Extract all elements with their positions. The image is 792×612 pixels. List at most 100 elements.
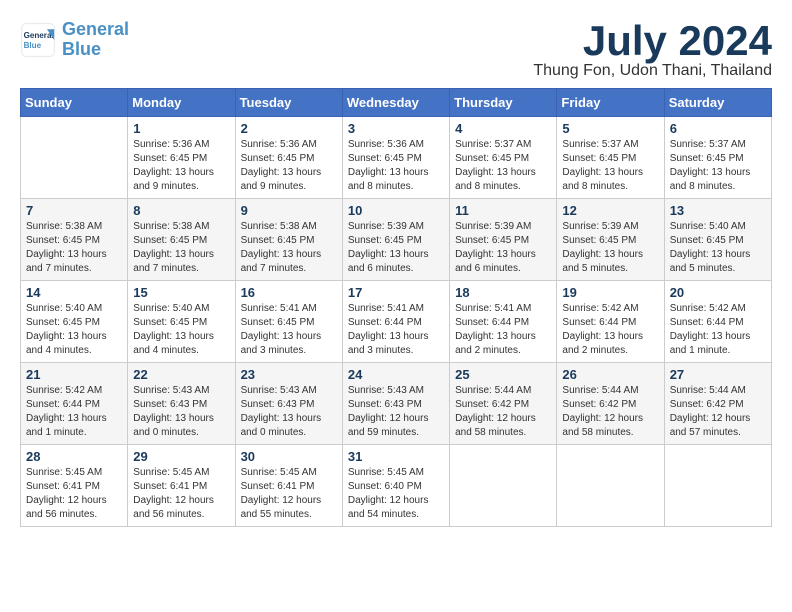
calendar-cell: 3 Sunrise: 5:36 AMSunset: 6:45 PMDaylight…: [342, 117, 449, 199]
calendar-cell: 6Sunrise: 5:37 AMSunset: 6:45 PMDaylight…: [664, 117, 771, 199]
day-info: Sunrise: 5:42 AMSunset: 6:44 PMDaylight:…: [562, 302, 658, 358]
calendar-day-header: Friday: [557, 89, 664, 117]
day-number: 4: [455, 121, 551, 136]
page-header: General Blue GeneralBlue July 2024 Thung…: [20, 20, 772, 80]
calendar-cell: 22 Sunrise: 5:43 AMSunset: 6:43 PMDayligh…: [128, 363, 235, 445]
calendar-cell: 17Sunrise: 5:41 AMSunset: 6:44 PMDayligh…: [342, 281, 449, 363]
calendar-cell: [557, 445, 664, 527]
day-info: Sunrise: 5:39 AMSunset: 6:45 PMDaylight:…: [562, 220, 658, 276]
day-number: 22: [133, 367, 229, 382]
day-number: 16: [241, 285, 337, 300]
calendar-week-row: 7 Sunrise: 5:38 AMSunset: 6:45 PMDaylight…: [21, 199, 772, 281]
calendar-cell: 12 Sunrise: 5:39 AMSunset: 6:45 PMDayligh…: [557, 199, 664, 281]
calendar-cell: 29Sunrise: 5:45 AMSunset: 6:41 PMDayligh…: [128, 445, 235, 527]
calendar-cell: 14Sunrise: 5:40 AMSunset: 6:45 PMDayligh…: [21, 281, 128, 363]
calendar-cell: 28 Sunrise: 5:45 AMSunset: 6:41 PMDayligh…: [21, 445, 128, 527]
day-number: 15: [133, 285, 229, 300]
logo: General Blue GeneralBlue: [20, 20, 129, 60]
calendar-day-header: Thursday: [450, 89, 557, 117]
day-number: 18: [455, 285, 551, 300]
day-number: 13: [670, 203, 766, 218]
calendar-day-header: Tuesday: [235, 89, 342, 117]
day-info: Sunrise: 5:43 AMSunset: 6:43 PMDaylight:…: [348, 384, 444, 440]
day-number: 2: [241, 121, 337, 136]
day-info: Sunrise: 5:41 AMSunset: 6:44 PMDaylight:…: [348, 302, 444, 358]
logo-text: GeneralBlue: [62, 20, 129, 60]
day-info: Sunrise: 5:44 AMSunset: 6:42 PMDaylight:…: [455, 384, 551, 440]
calendar-day-header: Saturday: [664, 89, 771, 117]
day-info: Sunrise: 5:42 AMSunset: 6:44 PMDaylight:…: [26, 384, 122, 440]
day-info: Sunrise: 5:37 AMSunset: 6:45 PMDaylight:…: [562, 138, 658, 194]
calendar-cell: 7 Sunrise: 5:38 AMSunset: 6:45 PMDaylight…: [21, 199, 128, 281]
day-number: 3: [348, 121, 444, 136]
day-number: 14: [26, 285, 122, 300]
day-info: Sunrise: 5:37 AMSunset: 6:45 PMDaylight:…: [670, 138, 766, 194]
day-info: Sunrise: 5:39 AMSunset: 6:45 PMDaylight:…: [455, 220, 551, 276]
calendar-cell: 13Sunrise: 5:40 AMSunset: 6:45 PMDayligh…: [664, 199, 771, 281]
calendar-cell: 20Sunrise: 5:42 AMSunset: 6:44 PMDayligh…: [664, 281, 771, 363]
day-info: Sunrise: 5:38 AMSunset: 6:45 PMDaylight:…: [26, 220, 122, 276]
day-number: 27: [670, 367, 766, 382]
day-number: 1: [133, 121, 229, 136]
calendar-week-row: 14Sunrise: 5:40 AMSunset: 6:45 PMDayligh…: [21, 281, 772, 363]
day-info: Sunrise: 5:41 AMSunset: 6:44 PMDaylight:…: [455, 302, 551, 358]
calendar-day-header: Monday: [128, 89, 235, 117]
calendar-cell: 18 Sunrise: 5:41 AMSunset: 6:44 PMDayligh…: [450, 281, 557, 363]
calendar-cell: 2 Sunrise: 5:36 AMSunset: 6:45 PMDaylight…: [235, 117, 342, 199]
day-info: Sunrise: 5:43 AMSunset: 6:43 PMDaylight:…: [133, 384, 229, 440]
day-number: 24: [348, 367, 444, 382]
day-number: 9: [241, 203, 337, 218]
calendar-cell: 10Sunrise: 5:39 AMSunset: 6:45 PMDayligh…: [342, 199, 449, 281]
day-number: 12: [562, 203, 658, 218]
calendar-cell: 23Sunrise: 5:43 AMSunset: 6:43 PMDayligh…: [235, 363, 342, 445]
day-number: 31: [348, 449, 444, 464]
month-title: July 2024: [533, 20, 772, 62]
title-block: July 2024 Thung Fon, Udon Thani, Thailan…: [533, 20, 772, 80]
day-info: Sunrise: 5:45 AMSunset: 6:41 PMDaylight:…: [26, 466, 122, 522]
calendar-cell: 24 Sunrise: 5:43 AMSunset: 6:43 PMDayligh…: [342, 363, 449, 445]
calendar-cell: 30 Sunrise: 5:45 AMSunset: 6:41 PMDayligh…: [235, 445, 342, 527]
day-number: 23: [241, 367, 337, 382]
calendar-cell: 8Sunrise: 5:38 AMSunset: 6:45 PMDaylight…: [128, 199, 235, 281]
location: Thung Fon, Udon Thani, Thailand: [533, 62, 772, 80]
logo-icon: General Blue: [20, 22, 56, 58]
day-info: Sunrise: 5:39 AMSunset: 6:45 PMDaylight:…: [348, 220, 444, 276]
day-info: Sunrise: 5:45 AMSunset: 6:40 PMDaylight:…: [348, 466, 444, 522]
calendar-cell: 27 Sunrise: 5:44 AMSunset: 6:42 PMDayligh…: [664, 363, 771, 445]
calendar-cell: 1 Sunrise: 5:36 AMSunset: 6:45 PMDaylight…: [128, 117, 235, 199]
day-number: 25: [455, 367, 551, 382]
calendar-cell: [664, 445, 771, 527]
day-info: Sunrise: 5:44 AMSunset: 6:42 PMDaylight:…: [670, 384, 766, 440]
calendar-week-row: 1 Sunrise: 5:36 AMSunset: 6:45 PMDaylight…: [21, 117, 772, 199]
svg-text:General: General: [24, 31, 54, 40]
day-info: Sunrise: 5:44 AMSunset: 6:42 PMDaylight:…: [562, 384, 658, 440]
calendar-cell: 5Sunrise: 5:37 AMSunset: 6:45 PMDaylight…: [557, 117, 664, 199]
day-number: 11: [455, 203, 551, 218]
calendar-day-header: Sunday: [21, 89, 128, 117]
day-info: Sunrise: 5:36 AMSunset: 6:45 PMDaylight:…: [133, 138, 229, 194]
day-info: Sunrise: 5:38 AMSunset: 6:45 PMDaylight:…: [241, 220, 337, 276]
svg-text:Blue: Blue: [24, 41, 42, 50]
calendar-cell: 15Sunrise: 5:40 AMSunset: 6:45 PMDayligh…: [128, 281, 235, 363]
day-info: Sunrise: 5:45 AMSunset: 6:41 PMDaylight:…: [241, 466, 337, 522]
calendar-cell: 19 Sunrise: 5:42 AMSunset: 6:44 PMDayligh…: [557, 281, 664, 363]
calendar-cell: 26Sunrise: 5:44 AMSunset: 6:42 PMDayligh…: [557, 363, 664, 445]
calendar-week-row: 21Sunrise: 5:42 AMSunset: 6:44 PMDayligh…: [21, 363, 772, 445]
day-number: 30: [241, 449, 337, 464]
day-number: 7: [26, 203, 122, 218]
day-info: Sunrise: 5:38 AMSunset: 6:45 PMDaylight:…: [133, 220, 229, 276]
day-number: 20: [670, 285, 766, 300]
day-info: Sunrise: 5:37 AMSunset: 6:45 PMDaylight:…: [455, 138, 551, 194]
calendar-cell: 9 Sunrise: 5:38 AMSunset: 6:45 PMDaylight…: [235, 199, 342, 281]
calendar-header-row: SundayMondayTuesdayWednesdayThursdayFrid…: [21, 89, 772, 117]
calendar-cell: [450, 445, 557, 527]
calendar-cell: 11 Sunrise: 5:39 AMSunset: 6:45 PMDayligh…: [450, 199, 557, 281]
day-number: 29: [133, 449, 229, 464]
day-number: 28: [26, 449, 122, 464]
day-number: 19: [562, 285, 658, 300]
day-info: Sunrise: 5:36 AMSunset: 6:45 PMDaylight:…: [348, 138, 444, 194]
calendar-cell: 31 Sunrise: 5:45 AMSunset: 6:40 PMDayligh…: [342, 445, 449, 527]
calendar-week-row: 28 Sunrise: 5:45 AMSunset: 6:41 PMDayligh…: [21, 445, 772, 527]
calendar-cell: [21, 117, 128, 199]
day-info: Sunrise: 5:36 AMSunset: 6:45 PMDaylight:…: [241, 138, 337, 194]
